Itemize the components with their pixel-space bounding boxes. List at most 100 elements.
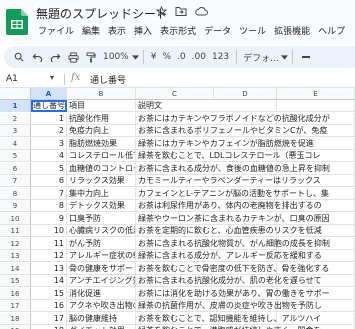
- redo-icon[interactable]: [46, 48, 64, 66]
- zoom-select[interactable]: 100%: [100, 48, 132, 66]
- column-header-c[interactable]: C: [136, 88, 214, 100]
- paint-format-icon[interactable]: [82, 48, 100, 66]
- font-size-decrease-icon[interactable]: [297, 48, 315, 66]
- column-header-b[interactable]: B: [67, 88, 136, 100]
- menu-tools[interactable]: ツール: [235, 24, 270, 37]
- cell-item[interactable]: 血糖値のコントロール: [67, 162, 136, 175]
- sheets-logo-icon[interactable]: [6, 9, 28, 35]
- cell-number[interactable]: 18: [31, 325, 67, 329]
- percent-format-button[interactable]: %: [159, 48, 174, 66]
- cell-description[interactable]: お茶を飲むことで骨密度の低下を防ぎ、骨を強化する: [136, 263, 355, 275]
- cell-item[interactable]: デトックス効果: [67, 200, 136, 212]
- menu-view[interactable]: 表示: [104, 24, 130, 37]
- row-header[interactable]: 7: [0, 175, 31, 187]
- decrease-decimal-button[interactable]: .0: [174, 48, 189, 66]
- cell-number[interactable]: 2: [31, 125, 67, 137]
- row-header[interactable]: 8: [0, 187, 31, 200]
- cell-number[interactable]: 通し番号: [31, 100, 67, 112]
- cell-description[interactable]: お茶を飲むことで、認知機能を維持し、アルツハイ: [136, 313, 355, 325]
- cell-number[interactable]: 5: [31, 162, 67, 175]
- undo-icon[interactable]: [28, 48, 46, 66]
- star-icon[interactable]: [154, 4, 168, 18]
- column-header-d[interactable]: D: [214, 88, 277, 100]
- row-header[interactable]: 14: [0, 262, 31, 275]
- cell-item[interactable]: アレルギー症状の軽減: [67, 250, 136, 262]
- cell-item[interactable]: 口臭予防: [67, 212, 136, 225]
- cell-number[interactable]: 11: [31, 237, 67, 250]
- row-header[interactable]: 2: [0, 112, 31, 125]
- cell-description[interactable]: お茶を定期的に飲むと、心血管疾患のリスクを低減: [136, 225, 355, 237]
- select-all-corner[interactable]: [0, 88, 31, 100]
- cell-number[interactable]: 14: [31, 275, 67, 287]
- move-folder-icon[interactable]: [174, 4, 188, 18]
- font-select[interactable]: デフォ...: [241, 48, 281, 66]
- cell-number[interactable]: 17: [31, 312, 67, 325]
- print-icon[interactable]: [64, 48, 82, 66]
- cell-number[interactable]: 8: [31, 200, 67, 212]
- cell-item[interactable]: ダイエット効果: [67, 325, 136, 329]
- cell-description[interactable]: 緑茶やウーロン茶に含まれるカテキンが、口臭の原因: [136, 213, 355, 225]
- row-header[interactable]: 5: [0, 150, 31, 162]
- cloud-status-icon[interactable]: [194, 4, 208, 18]
- row-header[interactable]: 15: [0, 275, 31, 287]
- cell-description[interactable]: お茶に含まれるポリフェノールやビタミンCが、免疫: [136, 125, 355, 137]
- cell-number[interactable]: 6: [31, 175, 67, 187]
- cell-item[interactable]: 項目: [67, 100, 136, 112]
- currency-format-button[interactable]: ¥: [148, 48, 160, 66]
- column-header-e[interactable]: E: [277, 88, 355, 100]
- cell-description[interactable]: お茶にはカテキンやフラボノイドなどの抗酸化成分が: [136, 113, 355, 125]
- cell-description[interactable]: お茶は利尿作用があり、体内の老廃物を排出するの: [136, 200, 355, 212]
- cell-item[interactable]: 免疫力向上: [67, 125, 136, 137]
- menu-edit[interactable]: 編集: [78, 24, 104, 37]
- column-header-a[interactable]: A: [31, 88, 67, 100]
- row-header[interactable]: 4: [0, 137, 31, 150]
- row-header[interactable]: 1: [0, 100, 31, 112]
- cell-number[interactable]: 3: [31, 137, 67, 150]
- cell-description[interactable]: 緑茶に含まれる成分が、アレルギー反応を緩和する: [136, 250, 355, 262]
- cell-description[interactable]: お茶に含まれる成分が、食後の血糖値の急上昇を抑制: [136, 163, 355, 175]
- row-header[interactable]: 19: [0, 325, 31, 329]
- more-formats-button[interactable]: 123: [209, 48, 232, 66]
- row-header[interactable]: 10: [0, 212, 31, 225]
- chevron-down-icon[interactable]: [280, 48, 288, 66]
- cell-item[interactable]: 脂肪燃焼効果: [67, 137, 136, 150]
- cell-description[interactable]: カフェインとL-テアニンが脳の活動をサポートし、集: [136, 188, 355, 200]
- menu-data[interactable]: データ: [200, 24, 235, 37]
- cell-description[interactable]: 説明文: [136, 100, 355, 112]
- row-header[interactable]: 11: [0, 225, 31, 237]
- menu-insert[interactable]: 挿入: [130, 24, 156, 37]
- row-header[interactable]: 12: [0, 237, 31, 250]
- cell-number[interactable]: 12: [31, 250, 67, 262]
- cell-description[interactable]: お茶には消化を助ける効果があり、胃の働きをサポー: [136, 288, 355, 300]
- cell-number[interactable]: 16: [31, 300, 67, 312]
- row-header[interactable]: 3: [0, 125, 31, 137]
- menu-file[interactable]: ファイル: [34, 24, 78, 37]
- cell-item[interactable]: コレステロール低下: [67, 150, 136, 162]
- row-header[interactable]: 18: [0, 312, 31, 325]
- formula-input[interactable]: 通し番号: [90, 73, 126, 86]
- row-header[interactable]: 17: [0, 300, 31, 312]
- cell-description[interactable]: カモミールティーやラベンダーティーはリラックス: [136, 175, 355, 187]
- cell-description[interactable]: 緑茶の抗菌作用が、皮膚の炎症や吹き出物を予防し: [136, 300, 355, 312]
- cell-number[interactable]: 10: [31, 225, 67, 237]
- chevron-down-icon[interactable]: [131, 48, 139, 66]
- cell-description[interactable]: 緑茶にはカテキンやカフェインが脂肪燃焼を促進: [136, 138, 355, 150]
- increase-decimal-button[interactable]: .00: [189, 48, 209, 66]
- search-menus-icon[interactable]: [10, 48, 28, 66]
- chevron-down-icon[interactable]: ▾: [50, 73, 54, 82]
- cell-number[interactable]: 9: [31, 212, 67, 225]
- cell-number[interactable]: 4: [31, 150, 67, 162]
- row-header[interactable]: 9: [0, 200, 31, 212]
- cell-item[interactable]: 心臓病リスクの低減: [67, 225, 136, 237]
- cell-item[interactable]: 抗酸化作用: [67, 112, 136, 125]
- cell-item[interactable]: アンチエイジング効果: [67, 275, 136, 287]
- menu-extensions[interactable]: 拡張機能: [270, 24, 314, 37]
- cell-item[interactable]: 脳の健康維持: [67, 312, 136, 325]
- menu-help[interactable]: ヘルプ: [314, 24, 349, 37]
- row-header[interactable]: 6: [0, 162, 31, 175]
- cell-item[interactable]: 消化促進: [67, 287, 136, 300]
- menu-format[interactable]: 表示形式: [156, 24, 200, 37]
- cell-number[interactable]: 15: [31, 287, 67, 300]
- document-title[interactable]: 無題のスプレッドシート: [36, 5, 168, 22]
- cell-description[interactable]: お茶に含まれる抗酸化物質が、がん細胞の成長を抑制: [136, 238, 355, 250]
